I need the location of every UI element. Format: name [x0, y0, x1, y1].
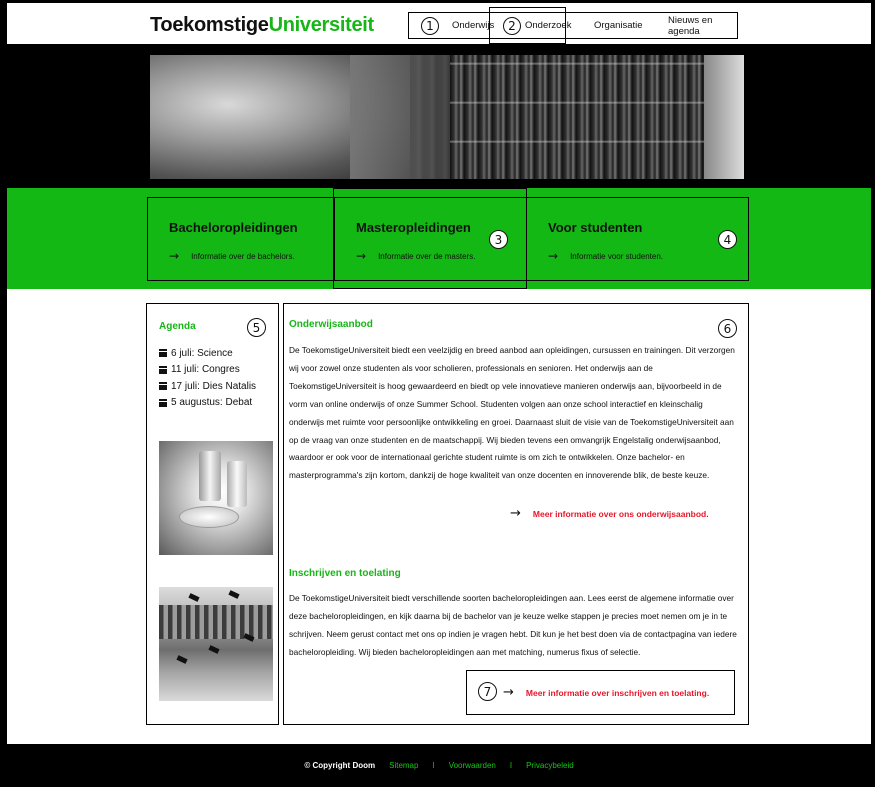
left-frame-border — [0, 0, 7, 787]
site-footer: © Copyright Doom Sitemap I Voorwaarden I… — [7, 744, 871, 787]
link-meer-info-inschrijven[interactable]: → Meer informatie over inschrijven en to… — [503, 685, 709, 700]
card-link-master[interactable]: → Informatie over de masters. — [356, 249, 475, 263]
agenda-item-label: 6 juli: Science — [171, 347, 233, 359]
footer-link-privacybeleid[interactable]: Privacybeleid — [526, 761, 574, 770]
card-title-master: Masteropleidingen — [356, 220, 471, 235]
card-voor-studenten[interactable]: Voor studenten → Informatie voor student… — [526, 197, 749, 281]
copyright-text: © Copyright Doom — [304, 761, 376, 770]
lab-photo-tube — [199, 451, 221, 501]
nav-label-nieuws-en-agenda: Nieuws en agenda — [668, 14, 713, 37]
nav-item-onderwijs[interactable]: 1 Onderwijs — [421, 13, 494, 38]
footer-separator: I — [509, 761, 513, 770]
calendar-icon — [159, 382, 167, 391]
agenda-item-label: 11 juli: Congres — [171, 364, 240, 376]
annotation-marker-5: 5 — [247, 318, 266, 337]
onderzoek-highlight-box — [489, 7, 566, 44]
graduation-cap-shape — [228, 590, 240, 599]
arrow-right-icon: → — [510, 506, 521, 521]
nav-label-onderwijs: Onderwijs — [452, 20, 495, 31]
hero-library-image — [150, 55, 744, 179]
calendar-icon — [159, 398, 167, 407]
arrow-right-icon: → — [548, 249, 559, 263]
hero-image-light-area — [704, 55, 744, 179]
annotation-marker-7: 7 — [478, 682, 497, 701]
card-title-bachelor: Bacheloropleidingen — [169, 220, 298, 235]
site-header: ToekomstigeUniversiteit 1 Onderwijs 2 On… — [7, 3, 871, 44]
lab-photo — [159, 441, 273, 555]
card-subtitle-studenten: Informatie voor studenten. — [570, 251, 664, 261]
arrow-right-icon: → — [356, 249, 367, 263]
card-subtitle-master: Informatie over de masters. — [378, 251, 476, 261]
link-label-onderwijsaanbod: Meer informatie over ons onderwijsaanbod… — [532, 508, 709, 519]
agenda-item-label: 5 augustus: Debat — [171, 397, 253, 409]
nav-item-organisatie[interactable]: Organisatie — [594, 13, 643, 38]
footer-link-voorwaarden[interactable]: Voorwaarden — [449, 761, 496, 770]
card-bacheloropleidingen[interactable]: Bacheloropleidingen → Informatie over de… — [147, 197, 335, 281]
section-text-onderwijsaanbod: De ToekomstigeUniversiteit biedt een vee… — [289, 345, 735, 481]
link-label-inschrijven: Meer informatie over inschrijven en toel… — [525, 687, 710, 698]
calendar-icon — [159, 365, 167, 374]
card-subtitle-bachelor: Informatie over de bachelors. — [191, 251, 295, 261]
card-link-bachelor[interactable]: → Informatie over de bachelors. — [169, 249, 295, 263]
footer-separator: I — [432, 761, 435, 770]
section-text-inschrijven: De ToekomstigeUniversiteit biedt verschi… — [289, 593, 737, 657]
hero-banner — [7, 44, 871, 188]
agenda-item[interactable]: 6 juli: Science — [159, 345, 256, 362]
graduation-photo — [159, 587, 273, 701]
logo-text-part2: Universiteit — [268, 14, 375, 36]
agenda-item[interactable]: 5 augustus: Debat — [159, 395, 256, 412]
main-content: 6 Onderwijsaanbod De ToekomstigeUniversi… — [283, 303, 749, 725]
graduation-photo-building — [159, 605, 273, 639]
lab-photo-dish — [179, 506, 239, 528]
agenda-item-label: 17 juli: Dies Natalis — [171, 380, 257, 392]
annotation-marker-4: 4 — [718, 230, 737, 249]
section-title-onderwijsaanbod: Onderwijsaanbod — [289, 319, 373, 330]
nav-item-nieuws-en-agenda[interactable]: Nieuws en agenda — [668, 13, 737, 38]
graduation-cap-shape — [176, 655, 188, 664]
logo-text-part1: Toekomstige — [150, 14, 269, 36]
arrow-right-icon: → — [169, 249, 180, 263]
graduation-cap-shape — [188, 593, 200, 602]
arrow-right-icon: → — [503, 685, 514, 700]
card-masteropleidingen[interactable]: Masteropleidingen → Informatie over de m… — [334, 197, 527, 281]
section-title-inschrijven: Inschrijven en toelating — [289, 568, 401, 579]
main-navigation: 1 Onderwijs 2 Onderzoek Organisatie Nieu… — [408, 12, 738, 39]
agenda-sidebar: Agenda 5 6 juli: Science 11 juli: Congre… — [146, 303, 279, 725]
right-frame-border — [871, 0, 875, 787]
card-title-studenten: Voor studenten — [548, 220, 643, 235]
agenda-item[interactable]: 11 juli: Congres — [159, 362, 256, 379]
footer-link-sitemap[interactable]: Sitemap — [389, 761, 418, 770]
nav-label-organisatie: Organisatie — [594, 20, 643, 31]
site-logo[interactable]: ToekomstigeUniversiteit — [150, 14, 374, 37]
agenda-title: Agenda — [159, 321, 196, 332]
graduation-cap-shape — [208, 645, 220, 654]
lab-photo-tube — [227, 461, 247, 507]
hero-image-bookshelves — [450, 55, 744, 179]
card-link-studenten[interactable]: → Informatie voor studenten. — [548, 249, 663, 263]
agenda-list: 6 juli: Science 11 juli: Congres 17 juli… — [159, 345, 256, 411]
link-meer-info-onderwijsaanbod[interactable]: → Meer informatie over ons onderwijsaanb… — [510, 506, 709, 521]
annotation-marker-6: 6 — [718, 319, 737, 338]
agenda-item[interactable]: 17 juli: Dies Natalis — [159, 378, 256, 395]
program-cards-band: Bacheloropleidingen → Informatie over de… — [7, 188, 871, 289]
calendar-icon — [159, 349, 167, 358]
annotation-marker-3: 3 — [489, 230, 508, 249]
annotation-marker-1: 1 — [421, 16, 439, 35]
